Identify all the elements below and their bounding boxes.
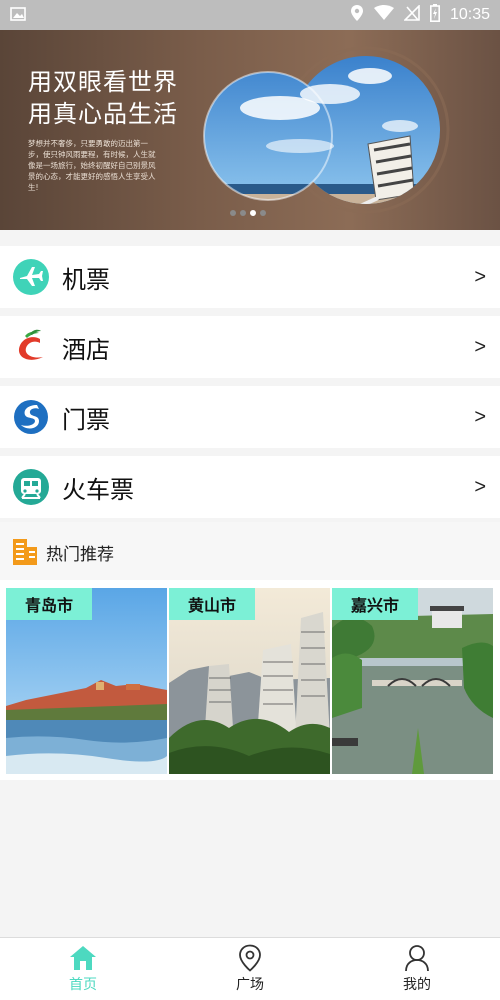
- carousel-indicator[interactable]: [230, 210, 266, 216]
- nav-tab-home[interactable]: 首页: [38, 944, 128, 998]
- status-bar: 10:35: [0, 0, 500, 30]
- carousel-dot[interactable]: [240, 210, 246, 216]
- menu-label: 门票: [62, 405, 110, 434]
- home-icon: [38, 944, 128, 972]
- city-card-qingdao[interactable]: 青岛市: [6, 588, 167, 774]
- banner-title-line2: 用真心品生活: [28, 100, 178, 128]
- status-time: 10:35: [449, 6, 490, 23]
- menu-item-hotel[interactable]: 酒店 >: [0, 316, 500, 378]
- train-icon: [12, 466, 50, 508]
- city-tag: 黄山市: [169, 588, 255, 620]
- hot-recommend-header: 热门推荐: [0, 522, 500, 580]
- nav-label: 广场: [236, 977, 264, 993]
- wifi-icon: [373, 5, 394, 25]
- nav-tab-mine[interactable]: 我的: [372, 944, 462, 998]
- chevron-right-icon: >: [474, 475, 486, 498]
- city-card-huangshan[interactable]: 黄山市: [169, 588, 330, 774]
- chevron-right-icon: >: [474, 265, 486, 288]
- carousel-dot-active[interactable]: [250, 210, 256, 216]
- menu-item-tickets[interactable]: 门票 >: [0, 386, 500, 448]
- plane-icon: [12, 256, 50, 298]
- no-signal-icon: [403, 4, 420, 25]
- carousel-dot[interactable]: [230, 210, 236, 216]
- banner-description: 梦想并不奢侈，只要勇敢的迈出第一步，使只钟风雨要程，有时候，人生就像是一场旅行，…: [28, 139, 156, 192]
- chevron-right-icon: >: [474, 335, 486, 358]
- promo-banner[interactable]: 用双眼看世界 用真心品生活 梦想并不奢侈，只要勇敢的迈出第一步，使只钟风雨要程，…: [0, 30, 500, 230]
- city-card-jiaxing[interactable]: 嘉兴市: [332, 588, 493, 774]
- hotel-icon: [12, 326, 50, 368]
- menu-label: 酒店: [62, 335, 110, 364]
- city-tag: 青岛市: [6, 588, 92, 620]
- nav-label: 首页: [69, 977, 97, 993]
- carousel-dot[interactable]: [260, 210, 266, 216]
- ticket-icon: [12, 396, 50, 438]
- user-icon: [372, 944, 462, 972]
- hot-section-title: 热门推荐: [46, 545, 114, 565]
- location-pin-icon: [205, 944, 295, 972]
- menu-item-flights[interactable]: 机票 >: [0, 246, 500, 308]
- building-icon: [13, 537, 37, 569]
- battery-charging-icon: [429, 4, 440, 26]
- nav-label: 我的: [403, 977, 431, 993]
- bottom-nav: 首页 广场 我的: [0, 937, 500, 1000]
- banner-title-line1: 用双眼看世界: [28, 68, 178, 96]
- nav-tab-square[interactable]: 广场: [205, 944, 295, 998]
- menu-item-train[interactable]: 火车票 >: [0, 456, 500, 518]
- binocular-sky-image: [190, 36, 460, 230]
- gallery-notification-icon: [10, 6, 26, 25]
- menu-label: 机票: [62, 265, 110, 294]
- chevron-right-icon: >: [474, 405, 486, 428]
- city-tag: 嘉兴市: [332, 588, 418, 620]
- location-icon: [350, 4, 364, 26]
- menu-label: 火车票: [62, 475, 134, 504]
- city-cards: 青岛市 黄山市 嘉兴市: [0, 580, 500, 780]
